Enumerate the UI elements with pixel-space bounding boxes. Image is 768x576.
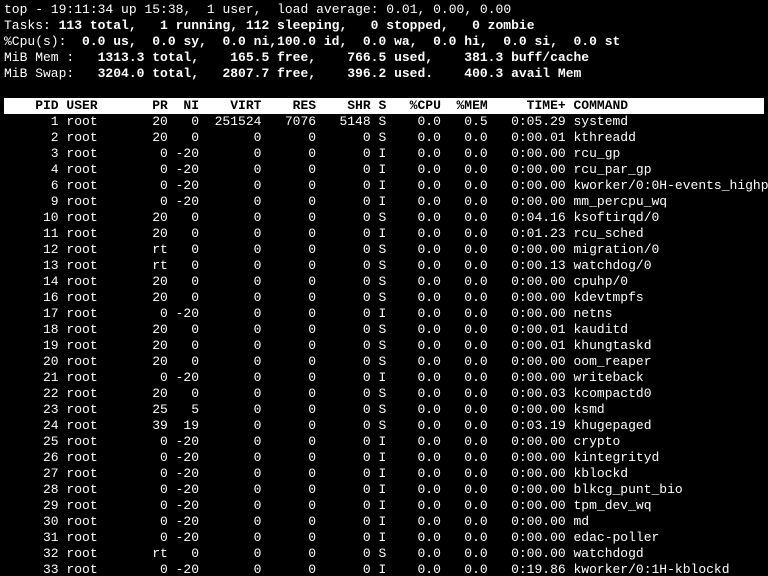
- top-summary: top - 19:11:34 up 15:38, 1 user, load av…: [0, 0, 768, 98]
- summary-line-mem: MiB Mem : 1313.3 total, 165.5 free, 766.…: [4, 50, 764, 66]
- summary-line-cpu: %Cpu(s): 0.0 us, 0.0 sy, 0.0 ni,100.0 id…: [4, 34, 764, 50]
- process-rows: 1 root 20 0 251524 7076 5148 S 0.0 0.5 0…: [4, 114, 764, 576]
- summary-line-uptime: top - 19:11:34 up 15:38, 1 user, load av…: [4, 2, 764, 18]
- summary-line-tasks: Tasks: 113 total, 1 running, 112 sleepin…: [4, 18, 764, 34]
- blank-line: [4, 82, 764, 98]
- column-header-row: PID USER PR NI VIRT RES SHR S %CPU %MEM …: [4, 98, 764, 114]
- process-table[interactable]: PID USER PR NI VIRT RES SHR S %CPU %MEM …: [0, 98, 768, 576]
- summary-line-swap: MiB Swap: 3204.0 total, 2807.7 free, 396…: [4, 66, 764, 82]
